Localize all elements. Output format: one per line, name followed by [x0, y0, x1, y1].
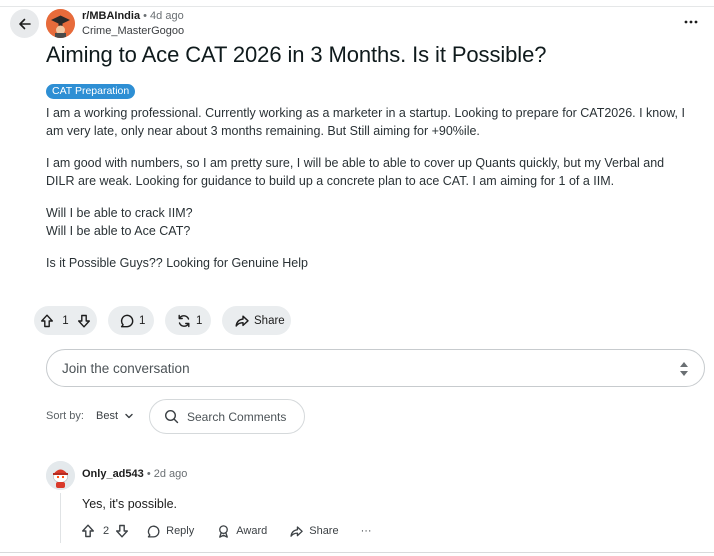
- comment-award-button[interactable]: Award: [216, 524, 267, 539]
- comment-meta-line: Only_ad543 • 2d ago: [82, 468, 187, 480]
- comment-thread-line[interactable]: [60, 493, 61, 543]
- share-icon: [235, 315, 249, 327]
- crosspost-count: 1: [196, 314, 203, 327]
- share-button[interactable]: Share: [222, 306, 291, 335]
- comment-share-button[interactable]: Share: [289, 524, 339, 539]
- comment-downvote-button[interactable]: [114, 523, 130, 539]
- comment-count: 1: [139, 314, 146, 327]
- upvote-icon: [41, 314, 53, 327]
- post-line: Will I be able to crack IIM?: [46, 206, 193, 220]
- award-icon: [219, 524, 229, 538]
- subreddit-avatar[interactable]: [46, 9, 75, 38]
- more-horizontal-icon: [684, 20, 698, 24]
- chevron-down-icon: [125, 413, 133, 419]
- post-paragraph: I am a working professional. Currently w…: [46, 106, 685, 138]
- comment-actions: 2 Reply Award Share ···: [80, 520, 372, 542]
- comment-upvote-button[interactable]: [80, 523, 96, 539]
- meta-separator: •: [143, 10, 147, 22]
- post-vote-group: 1: [34, 306, 97, 335]
- post-title: Aiming to Ace CAT 2026 in 3 Months. Is i…: [46, 42, 547, 67]
- post-more-options-button[interactable]: [678, 12, 704, 32]
- post-time: 4d ago: [150, 10, 184, 22]
- comment-share-label: Share: [309, 525, 339, 537]
- comment-input-placeholder: Join the conversation: [62, 360, 190, 376]
- commenter-avatar[interactable]: [46, 461, 75, 490]
- comment-meta-separator: •: [146, 468, 151, 480]
- post-vote-count: 1: [62, 314, 69, 327]
- upvote-icon: [82, 524, 94, 538]
- sort-label: Sort by:: [46, 410, 84, 422]
- search-comments-input[interactable]: Search Comments: [149, 399, 305, 434]
- arrow-left-icon: [18, 18, 31, 29]
- comment-author[interactable]: Only_ad543: [82, 468, 144, 480]
- subreddit-link[interactable]: r/MBAIndia: [82, 10, 140, 22]
- comment-reply-button[interactable]: Reply: [146, 524, 194, 539]
- post-body: I am a working professional. Currently w…: [46, 105, 696, 288]
- downvote-icon: [116, 524, 129, 538]
- comment-time: 2d ago: [153, 468, 188, 480]
- post-flair[interactable]: CAT Preparation: [46, 84, 136, 99]
- share-icon: [290, 525, 304, 537]
- comment-icon: [120, 314, 134, 327]
- back-button[interactable]: [10, 9, 39, 38]
- crosspost-icon: [178, 314, 190, 327]
- search-icon: [164, 409, 179, 424]
- sort-value: Best: [96, 410, 119, 422]
- comment-input[interactable]: Join the conversation: [46, 349, 705, 387]
- crosspost-button[interactable]: 1: [165, 306, 211, 335]
- upvote-button[interactable]: [39, 313, 55, 329]
- comments-button[interactable]: 1: [108, 306, 154, 335]
- bottom-divider: [0, 552, 714, 553]
- downvote-icon: [78, 314, 90, 327]
- post-author[interactable]: Crime_MasterGogoo: [82, 25, 184, 37]
- post-meta-line: r/MBAIndia • 4d ago: [82, 10, 184, 22]
- top-divider: [0, 6, 714, 7]
- downvote-button[interactable]: [76, 313, 92, 329]
- post-line: Will I be able to Ace CAT?: [46, 223, 191, 238]
- sort-dropdown[interactable]: Best: [90, 402, 140, 430]
- share-label: Share: [254, 314, 285, 327]
- comment-more-options-button[interactable]: ···: [361, 525, 372, 537]
- comment-icon: [147, 525, 160, 537]
- expand-updown-icon: [680, 362, 688, 376]
- post-paragraph: I am good with numbers, so I am pretty s…: [46, 156, 665, 188]
- comment-text: Yes, it's possible.: [82, 497, 178, 511]
- post-paragraph: Is it Possible Guys?? Looking for Genuin…: [46, 256, 308, 270]
- search-comments-placeholder: Search Comments: [187, 409, 287, 424]
- post-paragraph: Will I be able to crack IIM? Will I be a…: [46, 205, 696, 240]
- graduation-cap-avatar-icon: [46, 9, 75, 38]
- award-label: Award: [236, 525, 268, 537]
- snoo-avatar-icon: [46, 461, 75, 490]
- comment-vote-count: 2: [103, 525, 110, 537]
- reply-label: Reply: [166, 525, 195, 537]
